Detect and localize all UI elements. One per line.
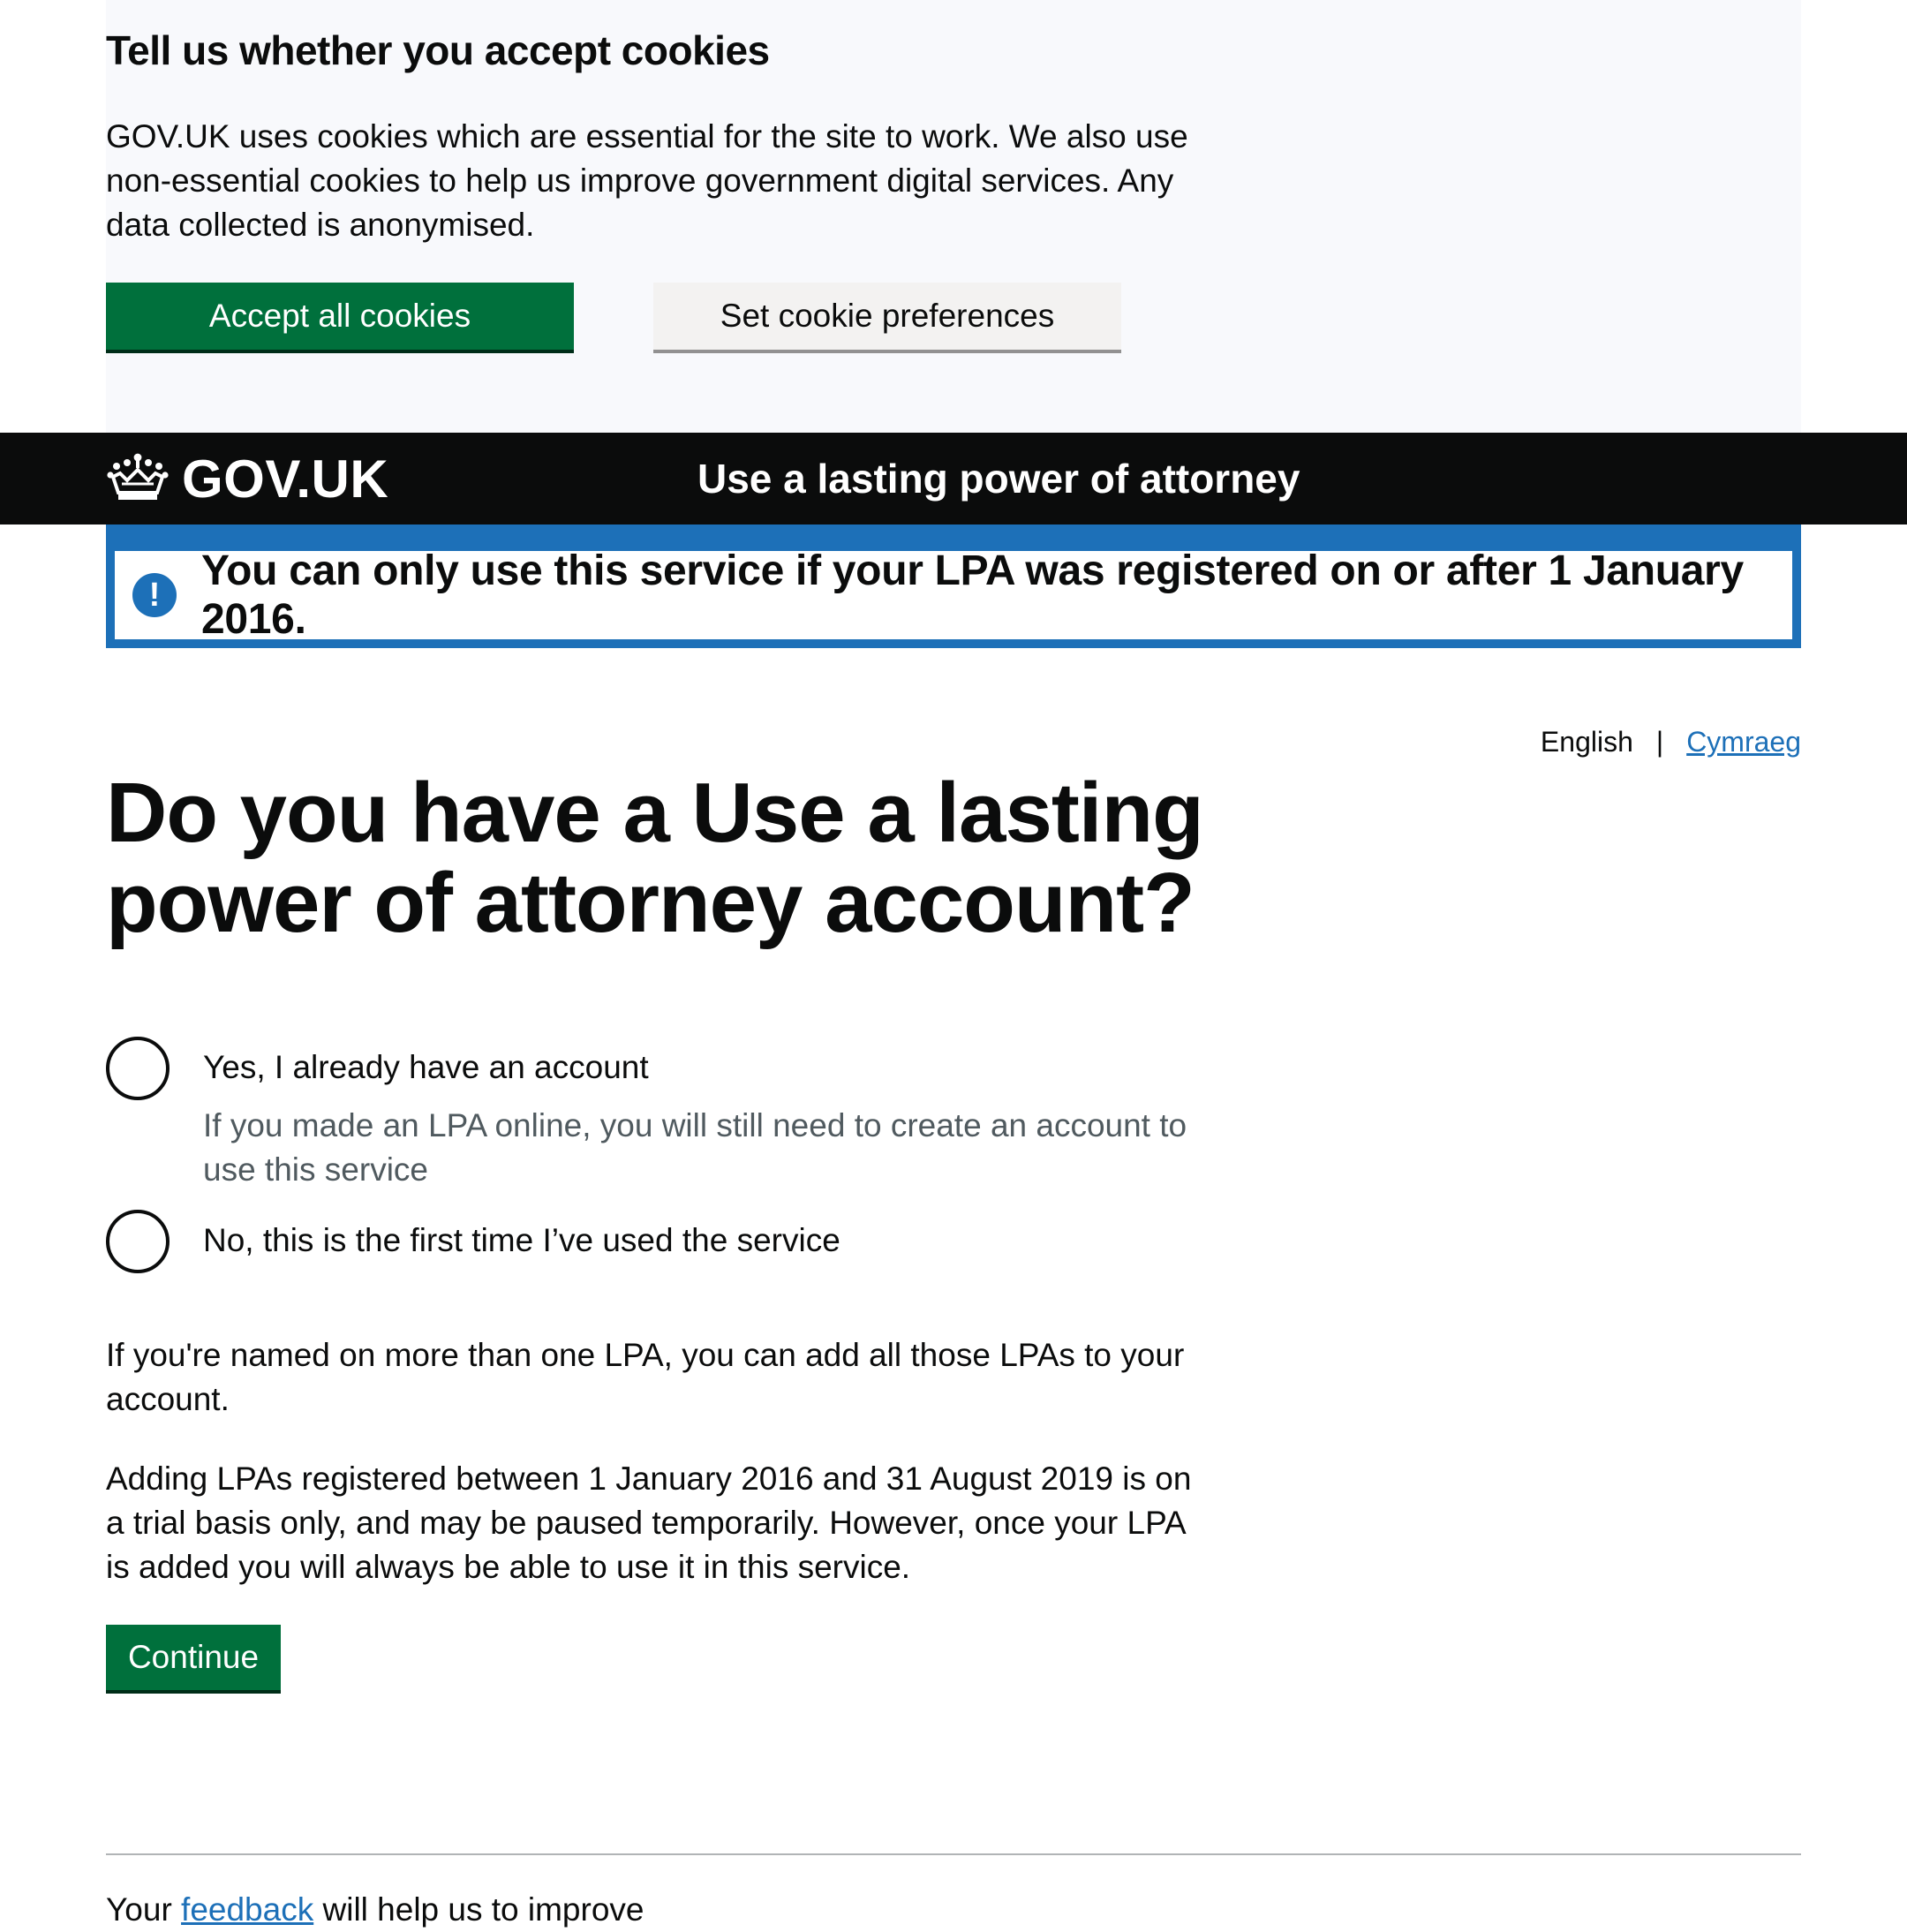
info-paragraph-trial: Adding LPAs registered between 1 January…	[106, 1460, 1192, 1585]
language-toggle: English | Cymraeg	[1541, 726, 1801, 758]
cookie-banner-text: GOV.UK uses cookies which are essential …	[106, 118, 1188, 243]
footer-divider	[106, 1853, 1801, 1855]
info-paragraph-multiple-lpas: If you're named on more than one LPA, yo…	[106, 1337, 1185, 1417]
radio-button-yes[interactable]	[106, 1037, 170, 1100]
cookie-banner-content: Tell us whether you accept cookies GOV.U…	[106, 0, 1801, 433]
site-header: GOV.UK Use a lasting power of attorney	[0, 433, 1907, 525]
language-current: English	[1540, 726, 1633, 758]
radio-label-no: No, this is the first time I’ve used the…	[203, 1222, 840, 1258]
important-notice-text: You can only use this service if your LP…	[201, 547, 1744, 643]
cookie-banner-title: Tell us whether you accept cookies	[106, 27, 770, 73]
feedback-suffix: will help us to improve	[313, 1891, 644, 1928]
service-name-link[interactable]: Use a lasting power of attorney	[697, 433, 1300, 525]
cookie-preferences-button[interactable]: Set cookie preferences	[653, 283, 1121, 350]
feedback-link[interactable]: feedback	[181, 1891, 313, 1928]
accept-cookies-button[interactable]: Accept all cookies	[106, 283, 574, 350]
radio-option-yes[interactable]: Yes, I already have an account	[106, 1037, 649, 1100]
language-welsh-link[interactable]: Cymraeg	[1686, 726, 1801, 758]
feedback-text: Your feedback will help us to improve	[106, 1888, 644, 1932]
page-title: Do you have a Use a lasting power of att…	[106, 766, 1204, 950]
radio-label-yes: Yes, I already have an account	[203, 1049, 649, 1085]
radio-option-no[interactable]: No, this is the first time I’ve used the…	[106, 1210, 840, 1273]
feedback-prefix: Your	[106, 1891, 182, 1928]
radio-button-no[interactable]	[106, 1210, 170, 1273]
continue-button[interactable]: Continue	[106, 1625, 281, 1690]
cookie-banner: Tell us whether you accept cookies GOV.U…	[0, 0, 1907, 433]
language-separator: |	[1655, 726, 1664, 758]
crown-icon	[106, 452, 182, 506]
important-notice-body: ! You can only use this service if your …	[115, 547, 1792, 643]
important-notice: ! You can only use this service if your …	[106, 525, 1801, 648]
govuk-logo-link[interactable]: GOV.UK	[106, 433, 388, 525]
exclamation-icon: !	[132, 573, 177, 617]
govuk-logo-text: GOV.UK	[182, 449, 389, 509]
radio-hint-yes: If you made an LPA online, you will stil…	[203, 1107, 1187, 1188]
